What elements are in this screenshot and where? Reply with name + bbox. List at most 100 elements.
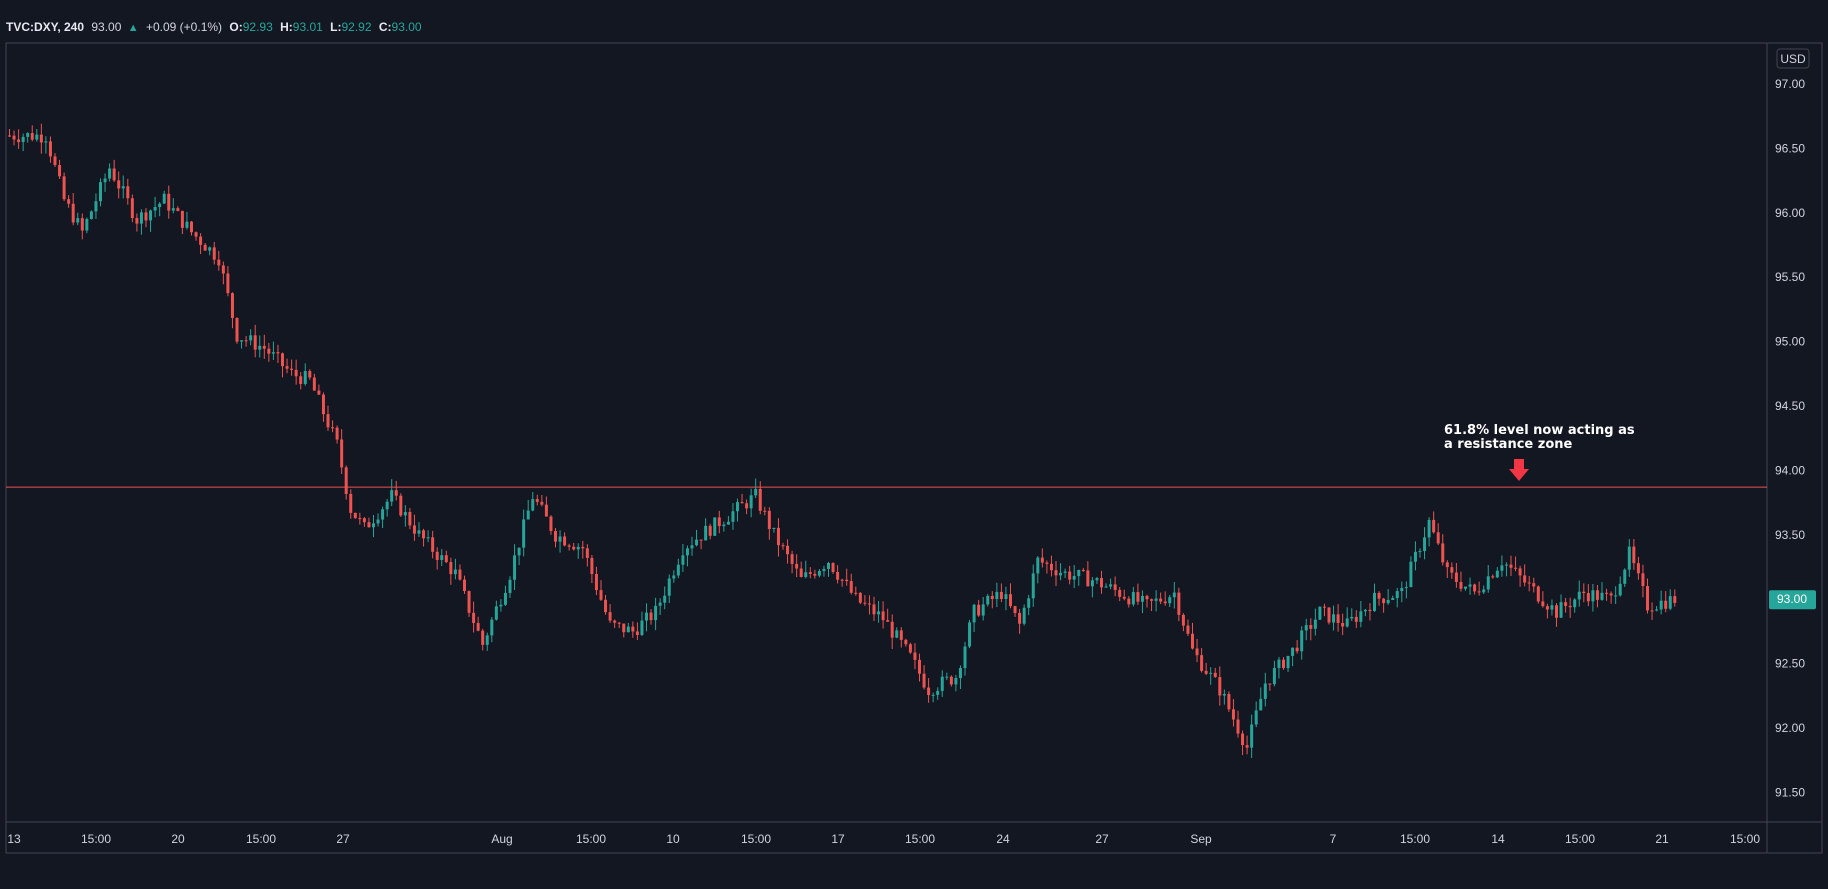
time-axis[interactable]: 13 15:00 20 15:00 27 Aug 15:00 10 15:00 17 15:00 24…	[7, 832, 1760, 846]
candle-body	[767, 510, 771, 530]
candle-body	[913, 652, 917, 660]
candle-body	[831, 563, 835, 572]
candle-body	[1573, 599, 1577, 608]
candle-body	[1646, 586, 1649, 611]
price-tick-label: 94.50	[1775, 399, 1805, 413]
candle-body	[276, 352, 280, 354]
candle-body	[431, 537, 435, 552]
time-tick-label: 27	[1095, 832, 1109, 846]
candle-body	[781, 545, 785, 547]
candle-body	[699, 539, 703, 541]
candle-body	[1140, 595, 1144, 602]
candle-body	[12, 135, 16, 140]
price-tick-label: 96.00	[1775, 206, 1805, 220]
candle-body	[1313, 619, 1317, 629]
candle-body	[786, 545, 790, 555]
candles-layer	[8, 123, 1677, 758]
candle-body	[854, 592, 858, 594]
candle-body	[1500, 565, 1504, 571]
candle-body	[1236, 719, 1240, 734]
candle-body	[1090, 580, 1094, 587]
candle-body	[977, 604, 981, 616]
candle-body	[817, 570, 821, 576]
candle-body	[221, 265, 225, 274]
candle-body	[704, 525, 708, 541]
candle-body	[763, 510, 767, 512]
candle-body	[39, 134, 43, 143]
candle-body	[385, 501, 389, 510]
candle-body	[740, 502, 744, 504]
candle-body	[1504, 564, 1508, 566]
candle-body	[1609, 593, 1613, 596]
candle-body	[1231, 709, 1235, 720]
candle-body	[1104, 586, 1108, 588]
candle-body	[85, 219, 89, 231]
candle-body	[1627, 546, 1631, 570]
candle-body	[135, 218, 139, 224]
currency-badge[interactable]: USD	[1776, 48, 1810, 69]
candle-body	[89, 211, 93, 220]
candle-body	[1391, 598, 1395, 600]
candle-body	[326, 414, 330, 428]
candle-body	[713, 517, 717, 536]
candle-body	[1136, 592, 1140, 602]
candle-body	[513, 555, 517, 580]
annotation[interactable]: 61.8% level now acting as a resistance z…	[1444, 423, 1635, 481]
candle-body	[1081, 569, 1085, 571]
candle-body	[190, 221, 193, 233]
candle-body	[1536, 586, 1540, 602]
time-tick-label: 7	[1330, 832, 1337, 846]
candle-body	[494, 606, 498, 620]
candle-body	[1100, 578, 1103, 588]
candle-body	[317, 390, 321, 395]
candle-body	[1077, 569, 1081, 577]
candle-body	[631, 626, 635, 632]
candle-body	[1668, 596, 1672, 609]
candle-body	[481, 630, 485, 645]
candle-body	[1432, 519, 1436, 533]
time-tick-label: 10	[666, 832, 680, 846]
candle-body	[1664, 600, 1668, 609]
candle-body	[1191, 633, 1194, 649]
candle-body	[303, 371, 307, 384]
candle-body	[1532, 583, 1536, 587]
candle-body	[262, 345, 266, 349]
candle-body	[1127, 598, 1131, 605]
currency-label: USD	[1780, 52, 1806, 66]
candle-body	[544, 504, 548, 517]
candle-body	[149, 210, 153, 221]
candle-body	[490, 619, 494, 636]
candle-body	[549, 516, 553, 532]
candle-body	[1172, 592, 1176, 598]
candle-body	[1332, 614, 1336, 623]
candle-body	[685, 548, 689, 556]
candle-body	[1004, 594, 1008, 599]
candle-body	[1618, 583, 1622, 596]
candle-body	[1409, 561, 1413, 588]
candle-body	[299, 376, 303, 384]
candle-body	[1122, 596, 1126, 599]
candle-body	[918, 659, 921, 674]
candle-body	[344, 467, 348, 494]
candle-body	[1614, 595, 1618, 597]
price-chart[interactable]: 97.00 96.50 96.00 95.50 95.00 94.50 94.00 93.50…	[0, 0, 1828, 889]
candle-body	[80, 218, 84, 231]
candle-body	[208, 247, 212, 251]
candle-body	[271, 352, 275, 354]
candle-body	[1131, 592, 1135, 605]
price-axis[interactable]: 97.00 96.50 96.00 95.50 95.00 94.50 94.00 93.50…	[1775, 77, 1805, 799]
candle-body	[499, 604, 503, 607]
candle-body	[849, 581, 853, 593]
candle-body	[294, 369, 298, 377]
candle-body	[321, 394, 325, 415]
time-tick-label: 21	[1655, 832, 1669, 846]
candle-body	[1341, 622, 1345, 627]
candle-body	[890, 621, 894, 638]
candle-body	[1200, 655, 1204, 671]
candle-body	[1318, 606, 1322, 620]
time-tick-label: 15:00	[246, 832, 276, 846]
candle-body	[1209, 672, 1213, 674]
candle-body	[249, 335, 253, 341]
candle-body	[35, 134, 39, 140]
candle-body	[827, 563, 830, 569]
